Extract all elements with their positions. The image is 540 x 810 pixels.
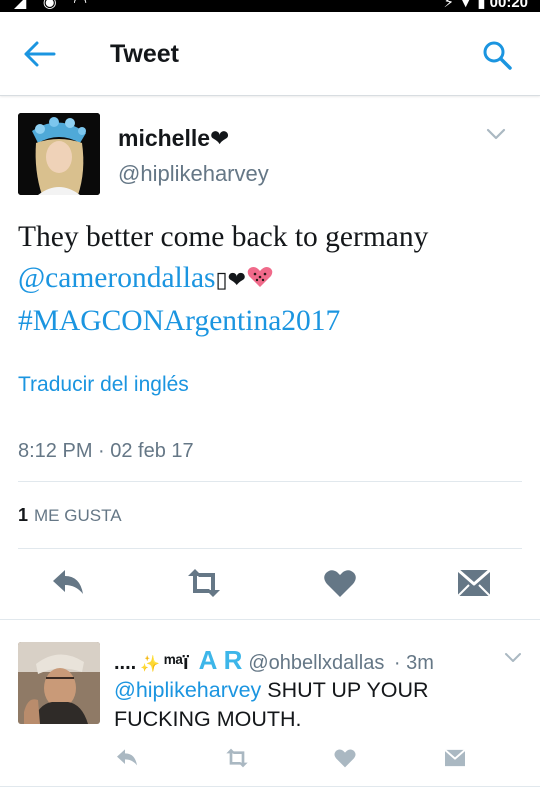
signal-icon: ◢ ◉ ◠ — [14, 0, 94, 11]
like-icon[interactable] — [320, 565, 360, 601]
divider — [0, 786, 540, 787]
divider — [18, 548, 522, 549]
likes-row[interactable]: 1 ME GUSTA — [18, 505, 122, 526]
mention-link[interactable]: @camerondallas — [18, 262, 216, 294]
back-arrow-icon[interactable] — [22, 38, 62, 70]
emoji-text: ▯❤ — [215, 268, 247, 293]
reply-tweet[interactable]: .... ✨ ᵐᵃï A R @ohbellxdallas · 3m @hiplikeh… — [0, 621, 540, 791]
search-icon[interactable] — [480, 38, 514, 72]
timestamp: 8:12 PM · 02 feb 17 — [18, 440, 194, 462]
divider — [18, 481, 522, 482]
direct-message-icon[interactable] — [440, 745, 470, 771]
chevron-down-icon[interactable] — [486, 127, 506, 141]
status-bar-right: ⚡ ▼ ▮ 00:20 — [443, 0, 529, 11]
tweet-actions — [0, 565, 540, 605]
tweet-detail: michelle❤ @hiplikeharvey They better com… — [0, 97, 540, 620]
hashtag-link[interactable]: #MAGCONArgentina2017 — [18, 305, 340, 337]
reply-time: · 3m — [393, 652, 434, 674]
tweet-text: They better come back to germany @camero… — [18, 217, 528, 342]
tweet-text-line: They better come back to germany — [18, 221, 429, 253]
mention-link[interactable]: @hiplikeharvey — [114, 678, 261, 702]
tweet-text-line: @camerondallas▯❤ — [18, 258, 528, 301]
sparkle-icon: ✨ — [140, 656, 161, 673]
user-handle[interactable]: @hiplikeharvey — [118, 161, 269, 187]
tweet-text-line: #MAGCONArgentina2017 — [18, 301, 528, 342]
reply-icon[interactable] — [48, 565, 88, 601]
reply-display-name[interactable]: .... ✨ ᵐᵃï A R — [114, 645, 242, 675]
reply-header: .... ✨ ᵐᵃï A R @ohbellxdallas · 3m — [114, 645, 434, 676]
display-name[interactable]: michelle❤ — [118, 125, 229, 152]
translate-link[interactable]: Traducir del inglés — [18, 373, 189, 397]
avatar[interactable] — [18, 642, 100, 724]
direct-message-icon[interactable] — [454, 565, 494, 601]
status-bar: ◢ ◉ ◠ ⚡ ▼ ▮ 00:20 — [0, 0, 540, 12]
likes-label: ME GUSTA — [34, 506, 122, 525]
avatar[interactable] — [18, 113, 100, 195]
app-bar: Tweet — [0, 12, 540, 96]
reply-icon[interactable] — [112, 745, 142, 771]
retweet-icon[interactable] — [184, 565, 224, 601]
page-title: Tweet — [110, 40, 179, 68]
reply-actions — [0, 745, 540, 775]
retweet-icon[interactable] — [222, 745, 252, 771]
chevron-down-icon[interactable] — [504, 651, 522, 663]
reply-text: @hiplikeharvey SHUT UP YOUR FUCKING MOUT… — [114, 676, 504, 734]
likes-count: 1 — [18, 505, 29, 525]
reply-handle[interactable]: @ohbellxdallas — [248, 652, 384, 674]
like-icon[interactable] — [330, 745, 360, 771]
watermelon-heart-icon — [246, 262, 274, 294]
